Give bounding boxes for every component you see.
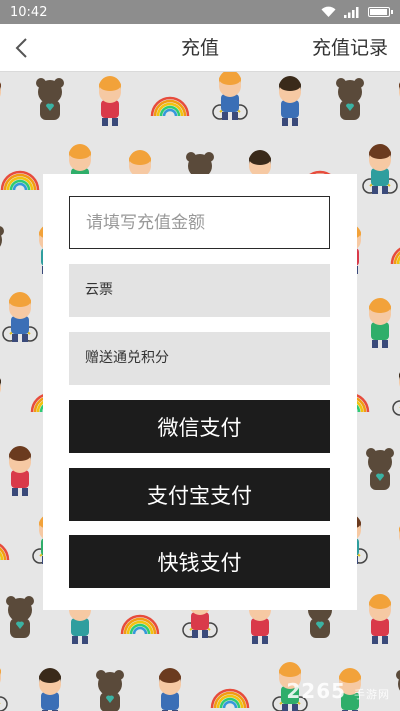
watermark: 2265 手游网 xyxy=(286,679,390,703)
bonus-points-field: 赠送通兑积分 xyxy=(69,332,330,385)
nav-bar: 充值 充值记录 xyxy=(0,24,400,72)
battery-icon xyxy=(368,7,393,17)
kuaiqian-pay-button[interactable]: 快钱支付 xyxy=(69,535,330,588)
signal-icon xyxy=(344,7,359,18)
wifi-icon xyxy=(321,6,336,18)
recharge-history-link[interactable]: 充值记录 xyxy=(312,24,388,72)
recharge-card: 云票 赠送通兑积分 微信支付 支付宝支付 快钱支付 xyxy=(43,174,357,610)
status-icons xyxy=(321,6,393,18)
wechat-pay-button[interactable]: 微信支付 xyxy=(69,400,330,453)
alipay-button[interactable]: 支付宝支付 xyxy=(69,468,330,521)
status-bar: 10:42 xyxy=(0,0,400,24)
back-button[interactable] xyxy=(8,30,40,66)
status-time: 10:42 xyxy=(10,4,48,20)
chevron-left-icon xyxy=(15,38,27,58)
cloud-ticket-field: 云票 xyxy=(69,264,330,317)
amount-input[interactable] xyxy=(69,196,330,249)
